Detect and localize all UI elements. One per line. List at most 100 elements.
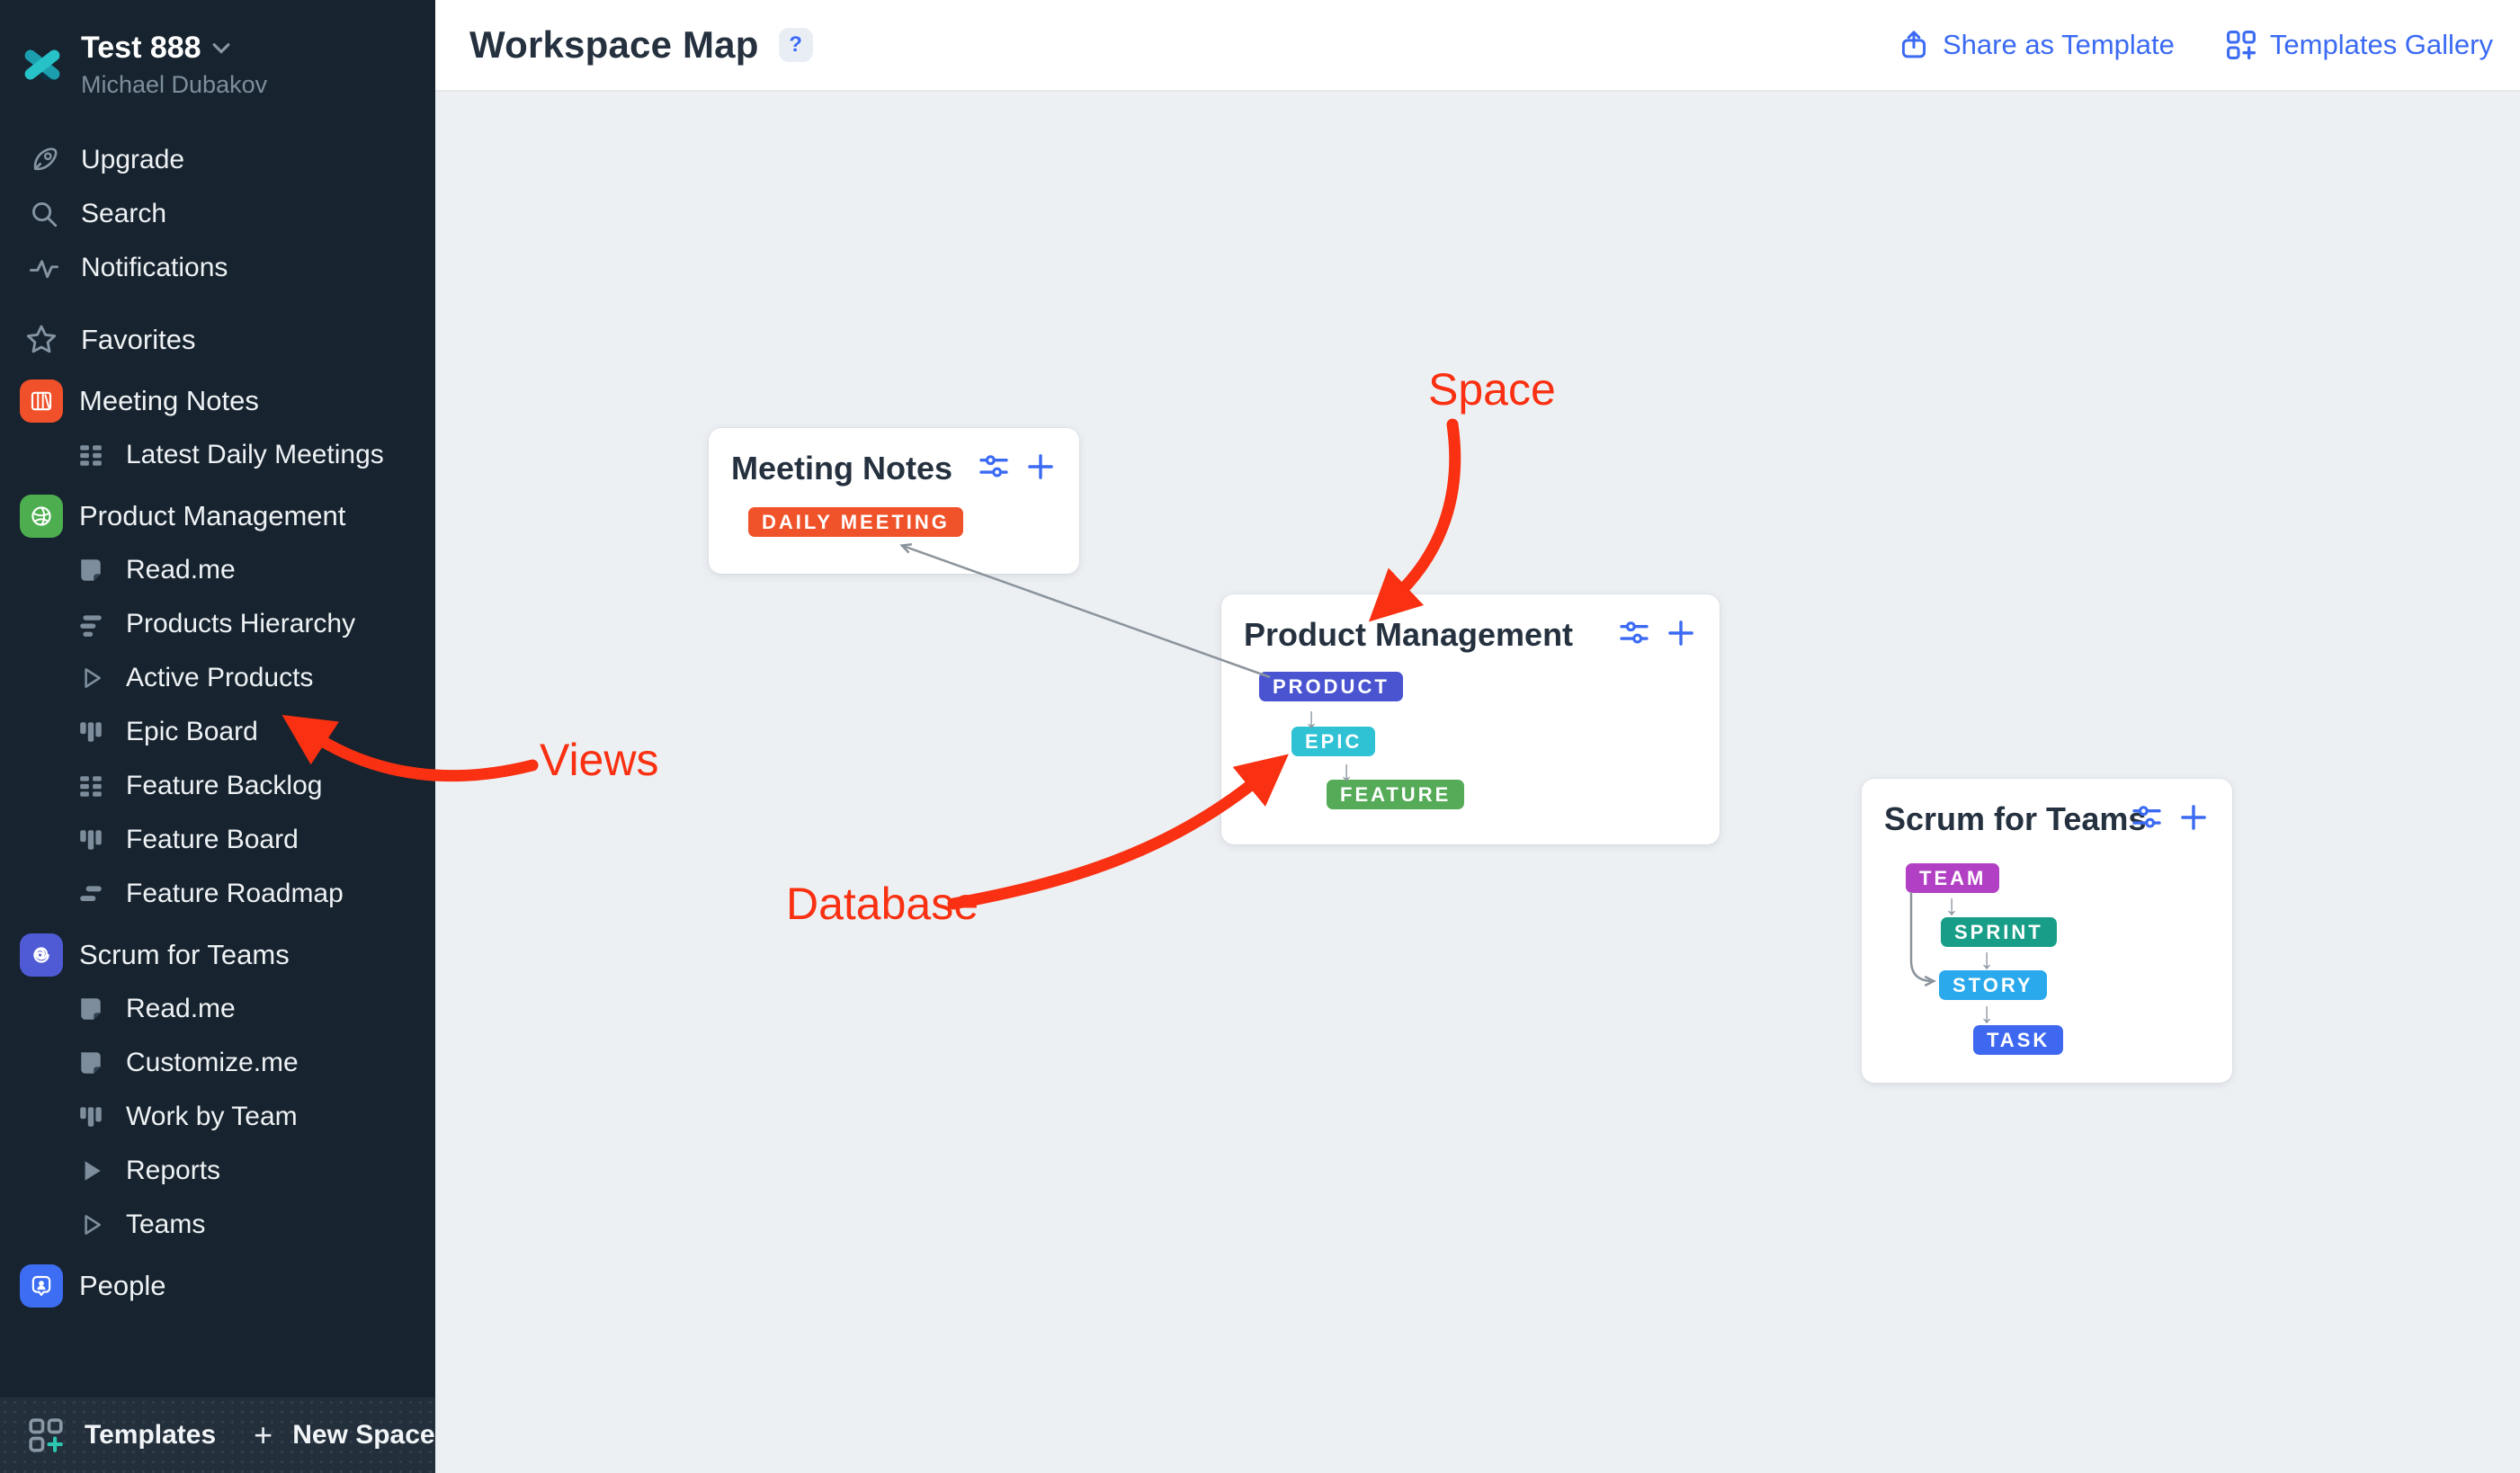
settings-sliders-icon[interactable]	[1619, 618, 1649, 648]
space-card-meeting-notes[interactable]: Meeting Notes DAILY MEETING	[709, 428, 1079, 574]
database-badge-daily-meeting[interactable]: DAILY MEETING	[748, 507, 963, 537]
sidebar-section-label: People	[79, 1270, 166, 1302]
add-database-icon[interactable]	[2178, 802, 2209, 833]
sidebar-item-label: Read.me	[126, 555, 236, 585]
sidebar-item-customize-me[interactable]: Customize.me	[0, 1036, 435, 1090]
sidebar-item-label: Upgrade	[81, 145, 184, 175]
play-outline-icon	[77, 1211, 104, 1238]
workspace-map-app: Test 888 Michael Dubakov Upgrade	[0, 0, 2520, 1473]
meeting-notes-app-icon	[20, 379, 63, 423]
hierarchy-arrow-icon: ↓	[1979, 944, 1994, 973]
sidebar-item-read-me[interactable]: Read.me	[0, 543, 435, 597]
templates-grid-icon	[27, 1416, 65, 1454]
play-outline-icon	[77, 665, 104, 692]
settings-sliders-icon[interactable]	[2131, 802, 2162, 833]
sidebar-item-label: Products Hierarchy	[126, 609, 355, 639]
templates-label: Templates	[85, 1420, 216, 1451]
board-icon	[77, 1103, 104, 1130]
space-card-product-management[interactable]: Product Management PRODUCT EPIC FEATURE	[1221, 594, 1720, 844]
annotation-views-label: Views	[540, 736, 658, 784]
sidebar-section-meeting-notes[interactable]: Meeting Notes	[0, 374, 435, 428]
hierarchy-arrow-icon: ↓	[1944, 890, 1959, 919]
sidebar-item-label: Latest Daily Meetings	[126, 440, 384, 470]
sidebar-item-label: Search	[81, 199, 166, 229]
workspace-map-canvas[interactable]: Meeting Notes DAILY MEETING Product Mana…	[435, 92, 2520, 1473]
settings-sliders-icon[interactable]	[979, 451, 1009, 482]
play-filled-icon	[77, 1157, 104, 1184]
sidebar-item-latest-daily-meetings[interactable]: Latest Daily Meetings	[0, 428, 435, 482]
add-database-icon[interactable]	[1025, 451, 1056, 482]
document-icon	[77, 995, 104, 1022]
hierarchy-arrow-icon: ↓	[1339, 756, 1354, 785]
scrum-app-icon	[20, 933, 63, 977]
search-icon	[29, 199, 59, 229]
topbar: Workspace Map ? Share as Template	[435, 0, 2520, 92]
annotation-database-label: Database	[786, 879, 979, 928]
sidebar-item-teams[interactable]: Teams	[0, 1198, 435, 1252]
sidebar-section-label: Scrum for Teams	[79, 939, 290, 971]
new-space-button[interactable]: + New Space	[254, 1416, 434, 1454]
hierarchy-arrow-icon: ↓	[1979, 998, 1994, 1027]
document-icon	[77, 1049, 104, 1076]
space-card-scrum-for-teams[interactable]: Scrum for Teams TEAM SPRINT STORY TASK	[1862, 779, 2232, 1083]
gallery-grid-icon	[2225, 29, 2257, 61]
roadmap-icon	[77, 880, 104, 907]
workspace-switcher[interactable]: Test 888 Michael Dubakov	[0, 0, 435, 99]
hierarchy-arrow-icon: ↓	[1304, 703, 1318, 732]
sidebar-item-notifications[interactable]: Notifications	[0, 241, 435, 295]
templates-button[interactable]: Templates	[27, 1416, 216, 1454]
help-button[interactable]: ?	[779, 28, 813, 62]
sidebar-item-work-by-team[interactable]: Work by Team	[0, 1090, 435, 1144]
sidebar-item-label: Active Products	[126, 663, 313, 693]
card-title: Product Management	[1244, 616, 1573, 654]
star-icon	[23, 322, 59, 358]
board-icon	[77, 826, 104, 853]
sidebar-item-favorites[interactable]: Favorites	[0, 313, 435, 367]
sidebar-tree: Favorites Meeting Notes Latest Daily Mee…	[0, 313, 435, 1313]
database-badge-task[interactable]: TASK	[1973, 1025, 2063, 1055]
sidebar-item-label: Feature Backlog	[126, 771, 322, 801]
sidebar-item-label: Work by Team	[126, 1102, 298, 1132]
sidebar-section-label: Product Management	[79, 500, 345, 532]
sidebar-item-products-hierarchy[interactable]: Products Hierarchy	[0, 597, 435, 651]
share-label: Share as Template	[1943, 29, 2175, 61]
workspace-name: Test 888	[81, 31, 201, 66]
sidebar-item-label: Notifications	[81, 253, 228, 283]
sidebar-item-feature-board[interactable]: Feature Board	[0, 813, 435, 867]
sidebar-section-people[interactable]: People	[0, 1259, 435, 1313]
board-icon	[77, 719, 104, 745]
sidebar-item-epic-board[interactable]: Epic Board	[0, 705, 435, 759]
sidebar-item-label: Teams	[126, 1210, 205, 1240]
share-icon	[1898, 29, 1930, 61]
sidebar-item-read-me-2[interactable]: Read.me	[0, 982, 435, 1036]
sidebar: Test 888 Michael Dubakov Upgrade	[0, 0, 435, 1473]
page-title: Workspace Map	[469, 23, 759, 67]
sidebar-section-scrum-for-teams[interactable]: Scrum for Teams	[0, 928, 435, 982]
table-icon	[77, 772, 104, 799]
workspace-owner: Michael Dubakov	[81, 71, 267, 99]
sidebar-item-feature-roadmap[interactable]: Feature Roadmap	[0, 867, 435, 921]
sidebar-item-label: Feature Roadmap	[126, 879, 344, 909]
new-space-label: New Space	[292, 1420, 434, 1451]
database-badge-sprint[interactable]: SPRINT	[1941, 917, 2057, 947]
sidebar-item-label: Feature Board	[126, 825, 299, 855]
sidebar-footer: Templates + New Space	[0, 1397, 435, 1473]
sidebar-item-active-products[interactable]: Active Products	[0, 651, 435, 705]
card-title: Scrum for Teams	[1884, 800, 2146, 838]
sidebar-section-product-management[interactable]: Product Management	[0, 489, 435, 543]
sidebar-item-reports[interactable]: Reports	[0, 1144, 435, 1198]
annotation-space-label: Space	[1428, 365, 1556, 414]
sidebar-section-label: Meeting Notes	[79, 385, 259, 417]
sidebar-item-feature-backlog[interactable]: Feature Backlog	[0, 759, 435, 813]
sidebar-item-upgrade[interactable]: Upgrade	[0, 133, 435, 187]
sidebar-item-label: Read.me	[126, 994, 236, 1024]
database-badge-product[interactable]: PRODUCT	[1259, 672, 1403, 701]
sidebar-item-label: Reports	[126, 1156, 220, 1186]
sidebar-item-label: Epic Board	[126, 717, 258, 747]
add-database-icon[interactable]	[1666, 618, 1696, 648]
sidebar-item-search[interactable]: Search	[0, 187, 435, 241]
sidebar-item-label: Favorites	[81, 324, 195, 356]
share-as-template-button[interactable]: Share as Template	[1898, 29, 2175, 61]
sidebar-item-label: Customize.me	[126, 1048, 299, 1078]
templates-gallery-button[interactable]: Templates Gallery	[2225, 29, 2493, 61]
